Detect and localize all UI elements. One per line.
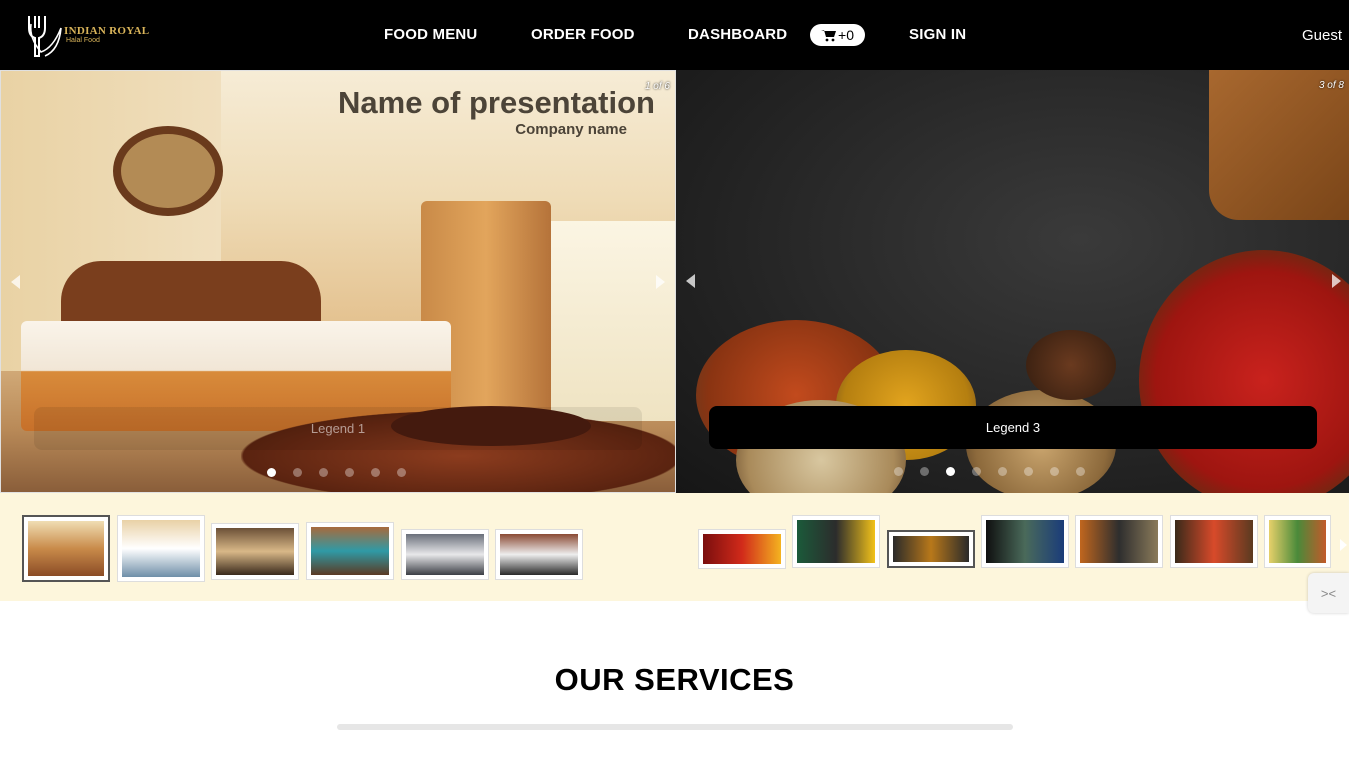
slide-dot[interactable] [920,467,929,476]
brand-tagline: Halal Food [66,37,100,44]
thumbnail-hotel-1[interactable] [22,515,110,582]
cart-icon [821,29,837,41]
cart-button[interactable]: +0 [810,24,865,46]
slide-decor-mirror [113,126,223,216]
next-slide-arrow-icon[interactable] [1332,274,1341,288]
slide-decor-cutting-board [1209,70,1349,220]
food-thumbnail-strip [676,493,1349,601]
hotel-thumbnail-strip [0,493,676,601]
hotel-carousel: Name of presentation Company name 1 of 6… [0,70,676,493]
slide-dots [267,468,406,477]
slide-dot[interactable] [1076,467,1085,476]
slide-dot[interactable] [946,467,955,476]
prev-slide-arrow-icon[interactable] [11,275,20,289]
thumbnail-food-4[interactable] [981,515,1069,568]
thumbnail-food-5[interactable] [1075,515,1163,568]
slide-legend: Legend 3 [709,406,1317,449]
prev-slide-arrow-icon[interactable] [686,274,695,288]
slide-counter: 1 of 6 [644,81,670,92]
slide-company: Company name [515,121,627,138]
thumbnail-food-2[interactable] [792,515,880,568]
services-heading: OUR SERVICES [554,662,795,697]
nav-food-menu[interactable]: FOOD MENU [384,26,477,43]
user-name[interactable]: Guest [1302,27,1342,44]
slide-dot[interactable] [319,468,328,477]
thumbnail-hotel-2[interactable] [117,515,205,582]
thumbnail-hotel-4[interactable] [306,522,394,580]
slide-dot[interactable] [345,468,354,477]
next-slide-arrow-icon[interactable] [656,275,665,289]
thumbnail-food-3[interactable] [887,530,975,568]
slide-dot[interactable] [371,468,380,477]
thumbnail-food-7[interactable] [1264,515,1331,568]
top-navbar: INDIAN ROYAL Halal Food FOOD MENU ORDER … [0,0,1349,70]
slide-dot[interactable] [1024,467,1033,476]
food-carousel: 3 of 8 Legend 3 [676,70,1349,493]
slide-title: Name of presentation [338,85,655,120]
slide-dot[interactable] [1050,467,1059,476]
slide-legend: Legend 1 [34,407,642,450]
thumbnail-hotel-3[interactable] [211,523,299,580]
slide-dot[interactable] [998,467,1007,476]
brand-name: INDIAN ROYAL [64,25,150,37]
cart-count: +0 [838,27,854,43]
thumbnail-hotel-6[interactable] [495,529,583,580]
thumbnail-hotel-5[interactable] [401,529,489,580]
nav-dashboard[interactable]: DASHBOARD [688,26,787,43]
thumbnail-food-1[interactable] [698,529,786,569]
slide-dots [894,467,1085,476]
slide-counter: 3 of 8 [1318,80,1344,91]
nav-sign-in[interactable]: SIGN IN [909,26,966,43]
thumbnail-food-6[interactable] [1170,515,1258,568]
slide-dot[interactable] [293,468,302,477]
strip-next-arrow-icon[interactable] [1340,539,1347,551]
collapse-tab-icon[interactable]: >< [1308,573,1349,613]
slide-dot[interactable] [397,468,406,477]
nav-order-food[interactable]: ORDER FOOD [531,26,635,43]
slide-dot[interactable] [267,468,276,477]
slide-dot[interactable] [972,467,981,476]
services-divider [337,724,1013,730]
slide-dot[interactable] [894,467,903,476]
